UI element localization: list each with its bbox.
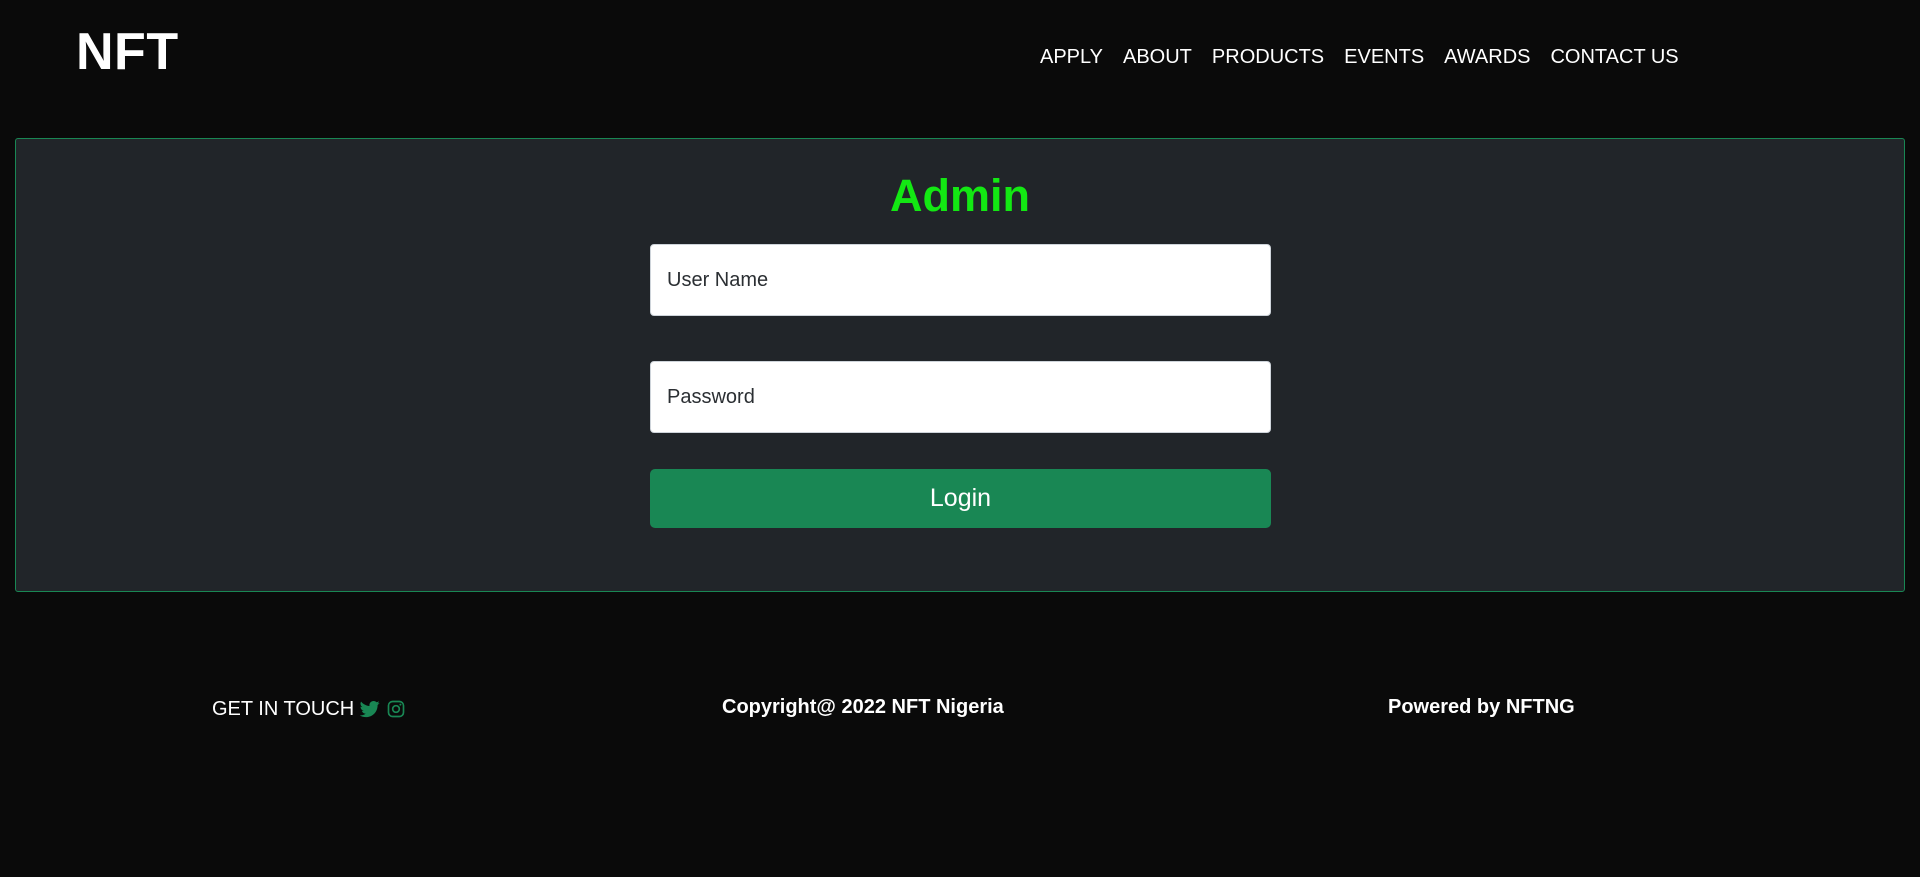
nav-apply[interactable]: APPLY [1040, 44, 1103, 70]
nav-events[interactable]: EVENTS [1344, 44, 1424, 70]
twitter-icon[interactable] [359, 699, 380, 719]
username-input[interactable] [650, 244, 1271, 316]
instagram-icon[interactable] [386, 699, 406, 719]
login-button[interactable]: Login [650, 469, 1271, 528]
copyright-text: Copyright@ 2022 NFT Nigeria [722, 696, 1004, 718]
brand-logo[interactable]: NFT [76, 22, 179, 82]
get-in-touch-label: GET IN TOUCH [212, 698, 355, 720]
powered-by-text: Powered by NFTNG [1388, 696, 1575, 718]
nav-about[interactable]: ABOUT [1123, 44, 1192, 70]
main-nav: APPLY ABOUT PRODUCTS EVENTS AWARDS CONTA… [1040, 44, 1679, 70]
nav-awards[interactable]: AWARDS [1444, 44, 1530, 70]
nav-contact-us[interactable]: CONTACT US [1550, 44, 1678, 70]
admin-title: Admin [890, 170, 1030, 221]
page-footer: GET IN TOUCH Copyright@ 2022 NFT Nigeria… [0, 690, 1920, 730]
password-input[interactable] [650, 361, 1271, 433]
admin-login-panel: Admin Login [15, 138, 1905, 592]
top-navbar: NFT APPLY ABOUT PRODUCTS EVENTS AWARDS C… [0, 0, 1920, 110]
get-in-touch: GET IN TOUCH [212, 696, 406, 722]
nav-products[interactable]: PRODUCTS [1212, 44, 1324, 70]
